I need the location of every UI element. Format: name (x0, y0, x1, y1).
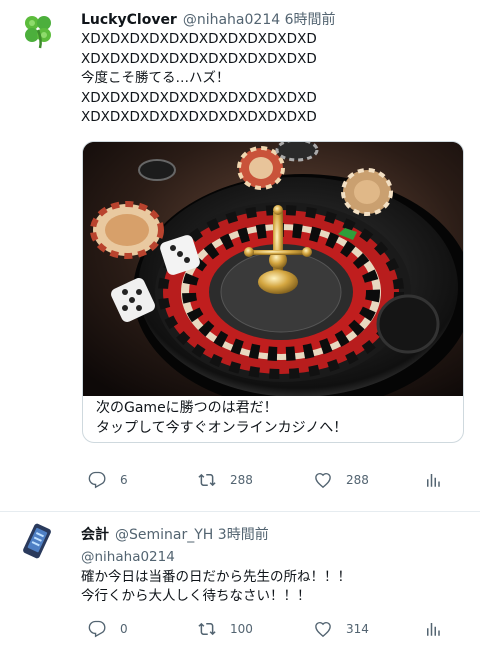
analytics-icon (427, 474, 440, 487)
clover-icon (18, 10, 58, 50)
link-card[interactable]: 次のGameに勝つのは君だ！ タップして今すぐオンラインカジノへ！ (82, 141, 464, 443)
tweet-line: XDXDXDXDXDXDXDXDXDXDXDXD (81, 89, 317, 106)
retweet-icon (198, 473, 216, 487)
heart-icon (315, 621, 331, 638)
tweet-line: XDXDXDXDXDXDXDXDXDXDXDXD (81, 109, 317, 125)
analytics-button[interactable] (424, 618, 442, 640)
phone-icon (18, 521, 58, 561)
retweet-count: 288 (230, 473, 253, 487)
reply-icon (88, 620, 106, 638)
tweet-line: XDXDXDXDXDXDXDXDXDXDXDXD (81, 31, 317, 47)
reply-icon (88, 471, 106, 489)
like-button[interactable]: 288 (314, 469, 369, 491)
retweet-icon (198, 622, 216, 636)
tweet-line: 今行くから大人しく待ちなさい！！！ (81, 588, 311, 604)
heart-icon (315, 472, 331, 489)
timestamp[interactable]: 6時間前 (285, 12, 336, 28)
card-caption-line: タップして今すぐオンラインカジノへ！ (96, 420, 348, 436)
analytics-icon (427, 623, 440, 636)
reply-to-handle[interactable]: @nihaha0214 (81, 548, 351, 568)
roulette-illustration (83, 142, 463, 410)
user-handle[interactable]: @Seminar_YH (115, 527, 213, 543)
avatar-device[interactable] (18, 521, 58, 561)
like-button[interactable]: 314 (314, 618, 369, 640)
tweet-luckyclover[interactable]: LuckyClover @nihaha0214 6時間前 XDXDXDXDXDXD… (0, 0, 480, 512)
like-count: 314 (346, 622, 369, 636)
display-name[interactable]: 会計 (81, 527, 109, 543)
retweet-button[interactable]: 288 (198, 469, 253, 491)
tweet-actions: 0 100 314 (82, 618, 452, 640)
tweet-line: XDXDXDXDXDXDXDXDXDXDXDXD (81, 50, 317, 67)
roulette-image[interactable] (83, 142, 463, 410)
tweet-line: 確か今日は当番の日だから先生の所ね！！！ (81, 568, 351, 585)
timestamp[interactable]: 3時間前 (218, 527, 269, 543)
avatar-clover[interactable] (18, 10, 58, 50)
reply-count: 0 (120, 622, 128, 636)
tweet-text: XDXDXDXDXDXDXDXDXDXDXDXD XDXDXDXDXDXDXDX… (81, 30, 317, 128)
tweet-line: 今度こそ勝てる…ハズ！ (81, 70, 230, 86)
tweet-header: 会計 @Seminar_YH 3時間前 (81, 526, 269, 544)
user-handle[interactable]: @nihaha0214 (183, 12, 280, 28)
reply-button[interactable]: 0 (88, 618, 128, 640)
analytics-button[interactable] (424, 469, 442, 491)
tweet-actions: 6 288 288 (82, 469, 452, 491)
reply-count: 6 (120, 473, 128, 487)
tweet-header: LuckyClover @nihaha0214 6時間前 (81, 11, 336, 29)
reply-button[interactable]: 6 (88, 469, 128, 491)
like-count: 288 (346, 473, 369, 487)
retweet-button[interactable]: 100 (198, 618, 253, 640)
card-caption: 次のGameに勝つのは君だ！ タップして今すぐオンラインカジノへ！ (96, 398, 347, 438)
tweet-text: @nihaha0214 確か今日は当番の日だから先生の所ね！！！ 今行くから大人… (81, 548, 351, 607)
retweet-count: 100 (230, 622, 253, 636)
display-name[interactable]: LuckyClover (81, 12, 177, 28)
tweet-seminar[interactable]: 会計 @Seminar_YH 3時間前 @nihaha0214 確か今日は当番の日… (0, 513, 480, 664)
card-caption-line: 次のGameに勝つのは君だ！ (96, 400, 278, 416)
